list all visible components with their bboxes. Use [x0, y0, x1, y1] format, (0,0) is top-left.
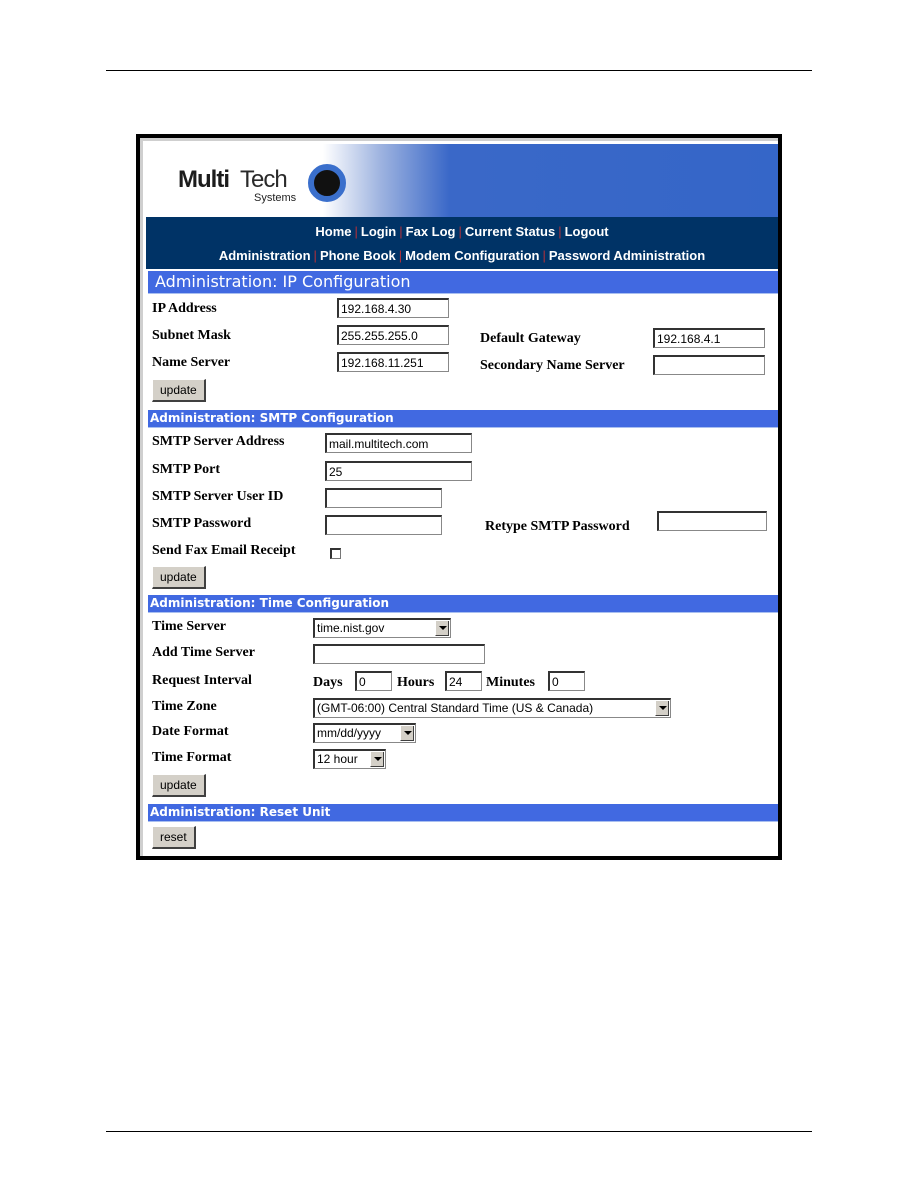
- admin-page: Multi Tech Systems Home | Login | Fax Log | Cu…: [146, 144, 778, 856]
- minutes-input[interactable]: [548, 671, 585, 691]
- nav-phone-book[interactable]: Phone Book: [320, 248, 396, 263]
- time-server-label: Time Server: [152, 619, 226, 634]
- logo-text-multi: Multi: [178, 166, 230, 193]
- time-zone-label: Time Zone: [152, 699, 217, 714]
- smtp-port-input[interactable]: [325, 461, 472, 481]
- time-update-button[interactable]: update: [152, 774, 206, 797]
- subnet-mask-label: Subnet Mask: [152, 328, 231, 343]
- secondary-name-server-input[interactable]: [653, 355, 765, 375]
- smtp-user-id-input[interactable]: [325, 488, 442, 508]
- retype-smtp-password-input[interactable]: [657, 511, 767, 531]
- section-time-configuration: Administration: Time Configuration: [148, 595, 778, 613]
- time-format-select[interactable]: 12 hour: [313, 749, 386, 769]
- section-reset-unit: Administration: Reset Unit: [148, 804, 778, 822]
- nav-separator: |: [458, 224, 462, 239]
- date-format-label: Date Format: [152, 724, 229, 739]
- secondary-name-server-label: Secondary Name Server: [480, 358, 625, 373]
- smtp-password-label: SMTP Password: [152, 516, 252, 531]
- send-fax-email-receipt-checkbox[interactable]: [330, 548, 341, 559]
- time-server-select[interactable]: time.nist.gov: [313, 618, 451, 638]
- logo-text-tech: Tech: [240, 166, 288, 193]
- days-label: Days: [313, 675, 343, 690]
- chevron-down-icon[interactable]: [655, 701, 669, 716]
- add-time-server-input[interactable]: [313, 644, 485, 664]
- logo-ring-icon: [308, 164, 346, 202]
- nav-row-secondary: Administration | Phone Book | Modem Configur…: [146, 248, 778, 263]
- smtp-port-label: SMTP Port: [152, 462, 221, 477]
- send-fax-email-receipt-label: Send Fax Email Receipt: [152, 543, 296, 558]
- section-smtp-configuration: Administration: SMTP Configuration: [148, 410, 778, 428]
- time-zone-select[interactable]: (GMT-06:00) Central Standard Time (US & …: [313, 698, 671, 718]
- time-format-value: 12 hour: [317, 752, 358, 766]
- nav-login[interactable]: Login: [361, 224, 396, 239]
- nav-separator: |: [542, 248, 546, 263]
- name-server-input[interactable]: [337, 352, 449, 372]
- page-header-rule: [106, 70, 812, 71]
- nav-home[interactable]: Home: [315, 224, 351, 239]
- hours-input[interactable]: [445, 671, 482, 691]
- date-format-value: mm/dd/yyyy: [317, 726, 382, 740]
- ip-update-button[interactable]: update: [152, 379, 206, 402]
- days-input[interactable]: [355, 671, 392, 691]
- nav-separator: |: [354, 224, 358, 239]
- subnet-mask-input[interactable]: [337, 325, 449, 345]
- nav-current-status[interactable]: Current Status: [465, 224, 555, 239]
- nav-separator: |: [313, 248, 317, 263]
- smtp-server-address-label: SMTP Server Address: [152, 434, 285, 449]
- smtp-server-address-input[interactable]: [325, 433, 472, 453]
- screenshot-frame: Multi Tech Systems Home | Login | Fax Log | Cu…: [136, 134, 782, 860]
- reset-button[interactable]: reset: [152, 826, 196, 849]
- smtp-password-input[interactable]: [325, 515, 442, 535]
- add-time-server-label: Add Time Server: [152, 645, 255, 660]
- nav-separator: |: [398, 248, 403, 263]
- nav-separator: |: [558, 224, 562, 239]
- nav-logout[interactable]: Logout: [565, 224, 609, 239]
- minutes-label: Minutes: [486, 675, 535, 690]
- default-gateway-input[interactable]: [653, 328, 765, 348]
- nav-separator: |: [399, 224, 403, 239]
- section-ip-configuration: Administration: IP Configuration: [148, 271, 778, 294]
- hours-label: Hours: [397, 675, 435, 690]
- request-interval-label: Request Interval: [152, 673, 252, 688]
- name-server-label: Name Server: [152, 355, 231, 370]
- chevron-down-icon[interactable]: [400, 726, 414, 741]
- logo-text-systems: Systems: [254, 192, 297, 204]
- header-banner: Multi Tech Systems: [146, 144, 778, 217]
- default-gateway-label: Default Gateway: [480, 331, 581, 346]
- time-zone-value: (GMT-06:00) Central Standard Time (US & …: [317, 701, 594, 715]
- page-footer-rule: [106, 1131, 812, 1132]
- ip-address-label: IP Address: [152, 301, 217, 316]
- nav-modem-configuration[interactable]: Modem Configuration: [405, 248, 539, 263]
- retype-smtp-password-label: Retype SMTP Password: [485, 519, 630, 534]
- browser-viewport: Multi Tech Systems Home | Login | Fax Log | Cu…: [140, 138, 778, 856]
- nav-administration[interactable]: Administration: [219, 248, 311, 263]
- main-nav: Home | Login | Fax Log | Current Status | Logout…: [146, 217, 778, 269]
- nav-password-administration[interactable]: Password Administration: [549, 248, 705, 263]
- chevron-down-icon[interactable]: [370, 752, 384, 767]
- nav-row-primary: Home | Login | Fax Log | Current Status | Logout: [146, 224, 778, 239]
- ip-address-input[interactable]: [337, 298, 449, 318]
- time-server-value: time.nist.gov: [317, 621, 385, 635]
- smtp-user-id-label: SMTP Server User ID: [152, 489, 284, 504]
- chevron-down-icon[interactable]: [435, 621, 449, 636]
- smtp-update-button[interactable]: update: [152, 566, 206, 589]
- time-format-label: Time Format: [152, 750, 232, 765]
- nav-fax-log[interactable]: Fax Log: [406, 224, 456, 239]
- date-format-select[interactable]: mm/dd/yyyy: [313, 723, 416, 743]
